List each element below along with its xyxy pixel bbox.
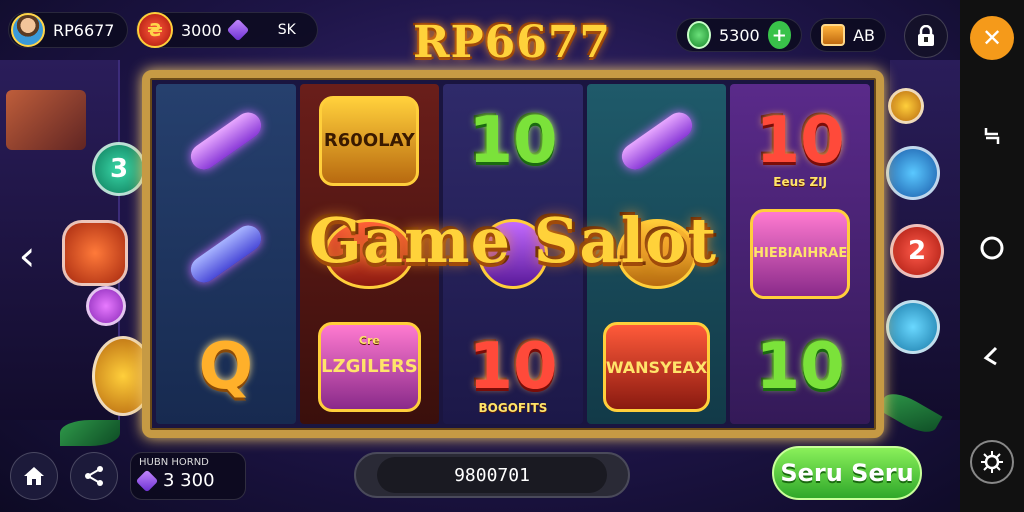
symbol-pipe (607, 91, 707, 191)
symbol-text: 10 (755, 330, 845, 405)
symbol-text: 10 (468, 103, 558, 178)
back-nav-button[interactable] (970, 334, 1014, 378)
gem-coin (86, 286, 126, 326)
currency-code: SK (277, 22, 296, 38)
recent-apps-button[interactable] (970, 114, 1014, 158)
previous-arrow[interactable]: ‹ (10, 230, 44, 280)
green-coin-balance[interactable]: 5300 + (676, 18, 802, 52)
balance-label: HUBN HORND (139, 457, 209, 468)
arcade-screen (6, 90, 86, 150)
symbol-badge: LZGILERS Cre (318, 317, 421, 417)
symbol-text: 10 (755, 103, 845, 178)
side-coin-left: 3 (92, 142, 146, 196)
spin-button[interactable]: Seru Seru (772, 446, 922, 500)
game-logo: RP6677 (412, 16, 612, 68)
gold-coin-small (888, 88, 924, 124)
side-coin-right-3 (886, 300, 940, 354)
coin-balance[interactable]: ₴ 3000 SK (136, 12, 318, 48)
side-coin-text: 2 (907, 236, 927, 266)
system-side-panel: ✕ (960, 0, 1024, 512)
gem-icon (226, 18, 250, 42)
symbol-number: 10 Eeus ZIJ (750, 91, 850, 191)
lock-button[interactable] (904, 14, 948, 58)
chest-icon (821, 24, 846, 46)
add-coins-button[interactable]: + (767, 21, 791, 49)
symbol-sub-text: BOGOFITS (478, 401, 548, 416)
settings-button[interactable] (970, 440, 1014, 484)
symbol-number: 10 (463, 91, 563, 191)
recent-apps-icon (984, 128, 1000, 144)
close-button[interactable]: ✕ (970, 16, 1014, 60)
gem-icon (135, 469, 159, 492)
symbol-text: Q (198, 330, 253, 405)
symbol-text: WANSYEAX (602, 322, 711, 413)
symbol-number: Q (176, 317, 276, 417)
player-profile[interactable]: RP6677 (8, 12, 128, 48)
game-title: Game Salot (308, 204, 718, 277)
symbol-text: 10 (468, 330, 558, 405)
home-icon (24, 467, 44, 485)
leaf-decor (60, 420, 120, 446)
side-coin-text: 3 (109, 154, 129, 184)
bet-display: 9800701 (354, 452, 630, 498)
symbol-sub-text: Eeus ZIJ (773, 174, 828, 189)
bet-value: 9800701 (377, 457, 607, 493)
green-coin-icon (687, 21, 711, 49)
lock-icon (918, 25, 934, 46)
coin-amount: 3000 (181, 20, 222, 40)
chest-label: AB (853, 25, 875, 45)
symbol-pipe (176, 91, 276, 191)
share-button[interactable] (70, 452, 118, 500)
chest-box[interactable]: AB (810, 18, 886, 52)
green-coin-amount: 5300 (718, 25, 760, 45)
symbol-number: 10 BOGOFITS (463, 317, 563, 417)
circle-home-icon (980, 236, 1004, 260)
side-coin-right-2: 2 (890, 224, 944, 278)
settings-icon (981, 451, 1003, 473)
symbol-badge: R60OLAY (319, 91, 420, 191)
balance-value: 3 300 (163, 470, 215, 491)
symbol-badge: WANSYEAX (602, 317, 711, 417)
coin-icon: ₴ (137, 12, 173, 48)
share-icon (85, 466, 103, 486)
symbol-number: 10 (750, 317, 850, 417)
balance-row: 3 300 (135, 469, 237, 492)
avatar (11, 13, 45, 47)
player-name: RP6677 (53, 20, 115, 40)
back-icon (983, 346, 998, 366)
side-coin-right-1 (886, 146, 940, 200)
symbol-sub-text: Cre (358, 334, 380, 348)
symbol-text: R60OLAY (319, 95, 420, 186)
treasure-bag (62, 220, 128, 286)
home-nav-button[interactable] (970, 226, 1014, 270)
home-button[interactable] (10, 452, 58, 500)
close-icon: ✕ (981, 24, 1003, 52)
balance-box: HUBN HORND 3 300 (130, 452, 246, 500)
